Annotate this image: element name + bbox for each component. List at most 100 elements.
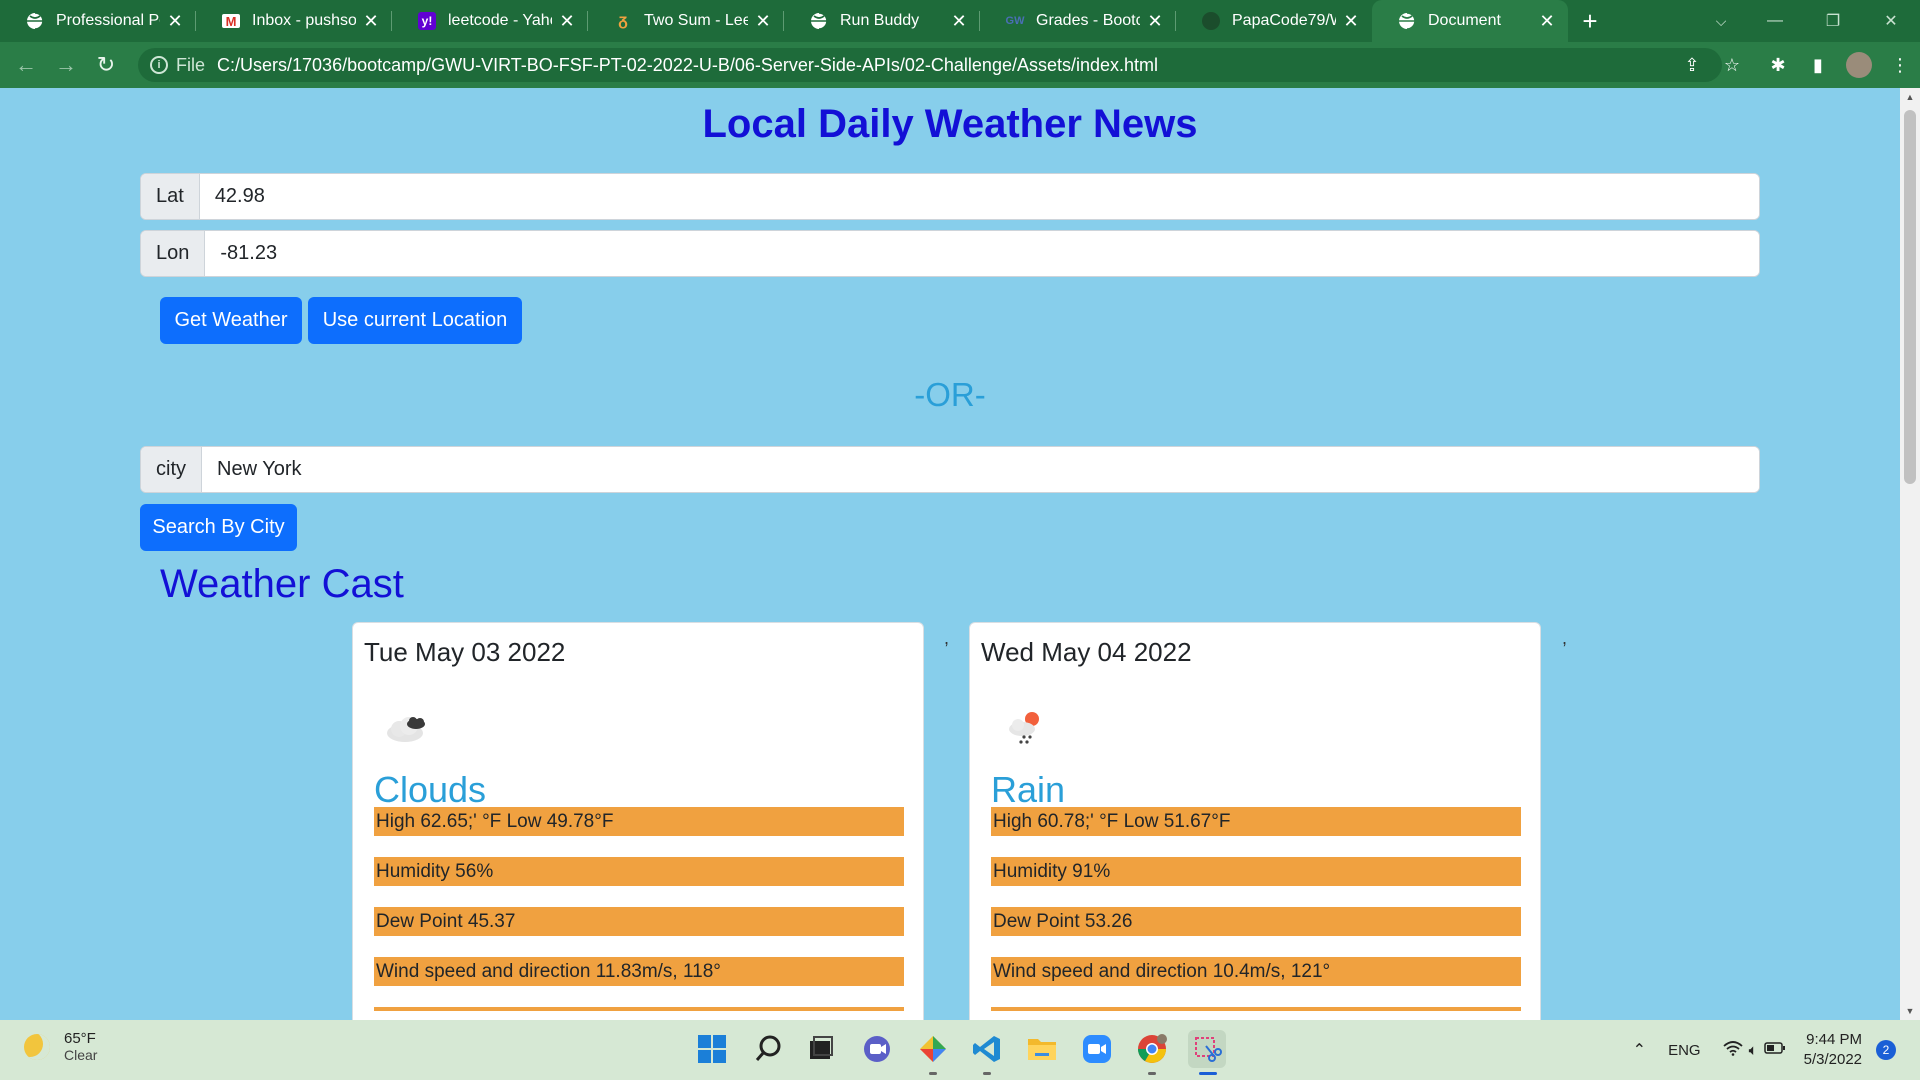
bookmark-star-icon[interactable]: ☆ xyxy=(1712,45,1752,85)
card-dew-point: Dew Point 53.26 xyxy=(991,907,1521,936)
share-icon[interactable]: ⇪ xyxy=(1672,45,1712,85)
taskbar: 65°F Clear ⌃ ENG 🔈︎ 9:44 PM 5/3/2022 2 xyxy=(0,1020,1920,1080)
close-icon[interactable]: ✕ xyxy=(1342,11,1360,32)
or-divider: -OR- xyxy=(914,376,986,413)
tab-grades[interactable]: GW Grades - Bootcamp Spot ✕ xyxy=(980,0,1176,42)
close-icon[interactable]: ✕ xyxy=(1538,11,1556,32)
forward-icon[interactable]: → xyxy=(46,45,86,85)
card-dew-point: Dew Point 45.37 xyxy=(374,907,904,936)
rain-icon xyxy=(1000,703,1050,753)
forecast-card: Wed May 04 2022 Rain High 60.78;' °F Low… xyxy=(969,622,1541,1020)
card-high-low: High 62.65;' °F Low 49.78°F xyxy=(374,807,904,836)
lat-input-group: Lat xyxy=(140,173,1760,220)
window-close-icon[interactable]: ✕ xyxy=(1862,0,1920,42)
zoom-icon[interactable] xyxy=(1078,1030,1116,1068)
gmail-icon: M xyxy=(222,14,240,29)
tab-professional-portfolio[interactable]: Professional Portfolio ✕ xyxy=(0,0,196,42)
wifi-icon[interactable] xyxy=(1722,1040,1743,1060)
reload-icon[interactable]: ↻ xyxy=(86,45,126,85)
card-humidity: Humidity 56% xyxy=(374,857,904,886)
vscode-icon[interactable] xyxy=(968,1030,1006,1068)
teams-chat-icon[interactable] xyxy=(858,1030,896,1068)
close-icon[interactable]: ✕ xyxy=(754,11,772,32)
chevron-up-icon[interactable]: ⌃ xyxy=(1633,1040,1646,1060)
city-label: city xyxy=(141,447,202,492)
close-icon[interactable]: ✕ xyxy=(166,11,184,32)
extensions-icon[interactable]: ✱ xyxy=(1758,45,1798,85)
tab-title: Document xyxy=(1428,12,1501,29)
card-date: Wed May 04 2022 xyxy=(981,637,1192,667)
close-icon[interactable]: ✕ xyxy=(950,11,968,32)
globe-icon xyxy=(810,12,828,30)
notification-badge[interactable]: 2 xyxy=(1876,1040,1896,1060)
scroll-up-icon[interactable]: ▲ xyxy=(1900,88,1920,106)
minimize-icon[interactable]: — xyxy=(1746,0,1804,42)
tab-title: PapaCode79/Weather xyxy=(1232,12,1336,29)
tab-github-weather[interactable]: PapaCode79/Weather ✕ xyxy=(1176,0,1372,42)
separator-text: , xyxy=(944,628,950,648)
globe-icon xyxy=(1398,12,1416,30)
battery-icon[interactable] xyxy=(1763,1041,1786,1059)
tab-yahoo-search[interactable]: y! leetcode - Yahoo Search ✕ xyxy=(392,0,588,42)
lat-input[interactable] xyxy=(199,174,1759,219)
tab-title: Grades - Bootcamp Spot xyxy=(1036,12,1140,29)
card-humidity: Humidity 91% xyxy=(991,857,1521,886)
get-weather-button[interactable]: Get Weather xyxy=(160,297,302,344)
scroll-down-icon[interactable]: ▼ xyxy=(1900,1002,1920,1020)
tab-run-buddy[interactable]: Run Buddy ✕ xyxy=(784,0,980,42)
lon-input[interactable] xyxy=(205,231,1759,276)
yahoo-icon: y! xyxy=(418,12,436,30)
close-icon[interactable]: ✕ xyxy=(558,11,576,32)
city-input[interactable] xyxy=(202,447,1759,492)
github-icon xyxy=(1202,12,1220,30)
search-icon[interactable] xyxy=(749,1030,787,1068)
card-date: Tue May 03 2022 xyxy=(364,637,566,667)
page-scrollbar[interactable]: ▲ ▼ xyxy=(1900,88,1920,1020)
back-icon[interactable]: ← xyxy=(6,45,46,85)
forecast-card: Tue May 03 2022 Clouds High 62.65;' °F L… xyxy=(352,622,924,1020)
menu-icon[interactable]: ⋮ xyxy=(1880,45,1920,85)
snipping-tool-icon[interactable] xyxy=(1188,1030,1226,1068)
card-next-row xyxy=(374,1007,904,1011)
tab-document[interactable]: Document ✕ xyxy=(1372,0,1568,42)
weather-widget[interactable]: 65°F Clear xyxy=(24,1030,97,1063)
clock-time: 9:44 PM xyxy=(1806,1031,1862,1048)
toolbar-icons: ⇪ ☆ ✱ ▮ ⋮ xyxy=(1672,42,1920,88)
globe-icon xyxy=(26,12,44,30)
forecast-heading: Weather Cast xyxy=(160,562,404,606)
card-high-low: High 60.78;' °F Low 51.67°F xyxy=(991,807,1521,836)
browser-toolbar: ← → ↻ i File C:/Users/17036/bootcamp/GWU… xyxy=(0,42,1920,88)
use-current-location-button[interactable]: Use current Location xyxy=(308,297,522,344)
volume-icon[interactable]: 🔈︎ xyxy=(1749,1042,1758,1059)
language-indicator[interactable]: ENG xyxy=(1668,1042,1701,1059)
card-wind: Wind speed and direction 10.4m/s, 121° xyxy=(991,957,1521,986)
restore-icon[interactable]: ❐ xyxy=(1804,0,1862,42)
close-icon[interactable]: ✕ xyxy=(362,11,380,32)
tab-search-icon[interactable]: ⌵ xyxy=(1706,0,1736,42)
address-bar[interactable]: i File C:/Users/17036/bootcamp/GWU-VIRT-… xyxy=(138,48,1722,82)
task-view-icon[interactable] xyxy=(802,1030,840,1068)
file-explorer-icon[interactable] xyxy=(1023,1030,1061,1068)
new-tab-button[interactable]: + xyxy=(1568,0,1612,42)
tab-two-sum[interactable]: ᵹ Two Sum - LeetCode ✕ xyxy=(588,0,784,42)
close-icon[interactable]: ✕ xyxy=(1146,11,1164,32)
chrome-icon[interactable] xyxy=(1133,1030,1171,1068)
clock[interactable]: 9:44 PM 5/3/2022 xyxy=(1804,1030,1862,1070)
search-by-city-button[interactable]: Search By City xyxy=(140,504,297,551)
running-indicator xyxy=(1148,1072,1156,1075)
side-panel-icon[interactable]: ▮ xyxy=(1798,45,1838,85)
info-icon[interactable]: i xyxy=(150,56,168,74)
weather-desc: Clear xyxy=(64,1047,98,1063)
card-next-row xyxy=(991,1007,1521,1011)
card-wind: Wind speed and direction 11.83m/s, 118° xyxy=(374,957,904,986)
moon-icon xyxy=(24,1033,50,1060)
url-text[interactable]: C:/Users/17036/bootcamp/GWU-VIRT-BO-FSF-… xyxy=(217,55,1158,76)
page-title: Local Daily Weather News xyxy=(702,102,1198,146)
start-icon[interactable] xyxy=(693,1030,731,1068)
colorful-app-icon[interactable] xyxy=(914,1030,952,1068)
scrollbar-thumb[interactable] xyxy=(1904,110,1916,484)
running-indicator xyxy=(983,1072,991,1075)
city-input-group: city xyxy=(140,446,1760,493)
tab-inbox[interactable]: M Inbox - pushsoccer ✕ xyxy=(196,0,392,42)
profile-avatar[interactable] xyxy=(1846,52,1872,78)
